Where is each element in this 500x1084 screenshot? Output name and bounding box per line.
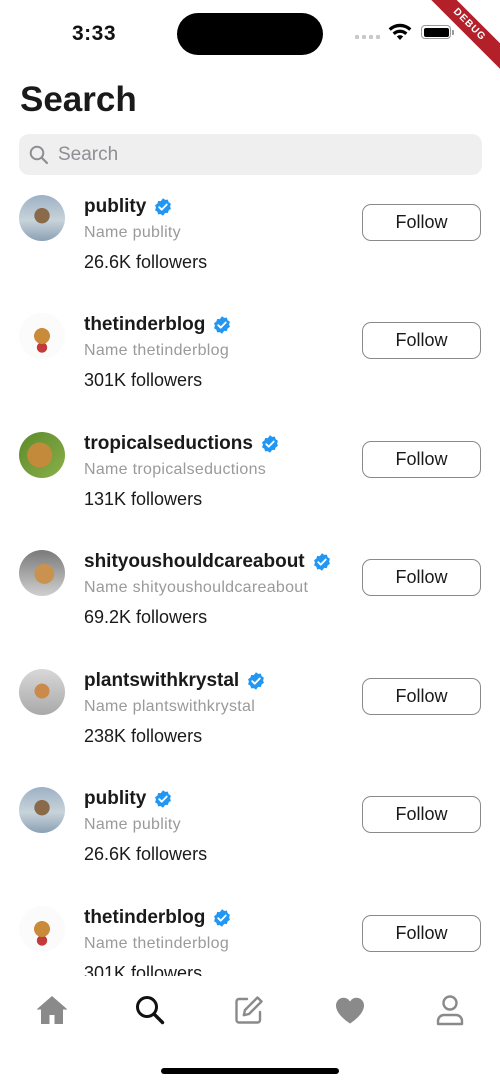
display-name: Name publity — [84, 224, 181, 241]
follower-count: 69.2K followers — [84, 607, 208, 627]
follow-button[interactable]: Follow — [362, 441, 481, 478]
follow-button[interactable]: Follow — [362, 204, 481, 241]
list-item[interactable]: thetinderblog Name thetinderblog 301K fo… — [0, 891, 500, 976]
username-row: thetinderblog — [84, 314, 232, 336]
user-list[interactable]: publity Name publity 26.6K followers Fol… — [0, 180, 500, 976]
tab-home[interactable] — [32, 990, 72, 1030]
verified-badge-icon — [260, 434, 280, 454]
verified-badge-icon — [153, 789, 173, 809]
list-item[interactable]: shityoushouldcareabout Name shityoushoul… — [0, 535, 500, 653]
status-time: 3:33 — [72, 22, 117, 45]
username-row: shityoushouldcareabout — [84, 551, 332, 573]
search-icon — [136, 996, 165, 1025]
wifi-icon — [388, 23, 412, 40]
follow-button[interactable]: Follow — [362, 678, 481, 715]
follower-count: 301K followers — [84, 370, 203, 390]
follower-count: 26.6K followers — [84, 844, 208, 864]
username: tropicalseductions — [84, 433, 253, 454]
username-row: plantswithkrystal — [84, 670, 266, 692]
status-bar: 3:33 DEBUG — [0, 0, 500, 78]
search-icon — [29, 145, 49, 165]
username-row: thetinderblog — [84, 907, 232, 929]
username: plantswithkrystal — [84, 670, 240, 691]
avatar[interactable] — [19, 195, 65, 241]
battery-icon — [421, 25, 454, 39]
username: thetinderblog — [84, 907, 206, 928]
cellular-signal-icon — [355, 35, 380, 39]
list-item[interactable]: plantswithkrystal Name plantswithkrystal… — [0, 654, 500, 772]
edit-icon — [235, 996, 263, 1024]
follower-count: 301K followers — [84, 963, 203, 976]
profile-icon — [436, 995, 464, 1026]
home-icon — [36, 996, 68, 1024]
list-item[interactable]: thetinderblog Name thetinderblog 301K fo… — [0, 298, 500, 416]
verified-badge-icon — [246, 671, 266, 691]
avatar[interactable] — [19, 550, 65, 596]
tab-profile[interactable] — [430, 990, 470, 1030]
verified-badge-icon — [153, 197, 173, 217]
avatar[interactable] — [19, 906, 65, 952]
display-name: Name thetinderblog — [84, 935, 230, 952]
search-input[interactable] — [56, 142, 440, 167]
follow-button[interactable]: Follow — [362, 322, 481, 359]
display-name: Name tropicalseductions — [84, 461, 267, 478]
verified-badge-icon — [212, 315, 232, 335]
dynamic-island — [177, 13, 323, 55]
username-row: tropicalseductions — [84, 433, 280, 455]
page-title: Search — [20, 80, 137, 119]
display-name: Name thetinderblog — [84, 342, 230, 359]
follower-count: 131K followers — [84, 489, 203, 509]
list-item[interactable]: publity Name publity 26.6K followers Fol… — [0, 772, 500, 890]
username-row: publity — [84, 196, 173, 218]
avatar[interactable] — [19, 313, 65, 359]
tab-search[interactable] — [130, 990, 170, 1030]
username: publity — [84, 788, 147, 809]
follow-button[interactable]: Follow — [362, 796, 481, 833]
tab-create[interactable] — [229, 990, 269, 1030]
bottom-tab-bar — [0, 978, 500, 1038]
heart-icon — [335, 997, 365, 1024]
display-name: Name shityoushouldcareabout — [84, 579, 309, 596]
username: shityoushouldcareabout — [84, 551, 305, 572]
verified-badge-icon — [312, 552, 332, 572]
follow-button[interactable]: Follow — [362, 915, 481, 952]
follow-button[interactable]: Follow — [362, 559, 481, 596]
verified-badge-icon — [212, 908, 232, 928]
follower-count: 238K followers — [84, 726, 203, 746]
display-name: Name plantswithkrystal — [84, 698, 256, 715]
username: thetinderblog — [84, 314, 206, 335]
display-name: Name publity — [84, 816, 181, 833]
list-item[interactable]: publity Name publity 26.6K followers Fol… — [0, 180, 500, 298]
follower-count: 26.6K followers — [84, 252, 208, 272]
avatar[interactable] — [19, 787, 65, 833]
search-bar[interactable] — [19, 134, 482, 175]
username-row: publity — [84, 788, 173, 810]
tab-activity[interactable] — [330, 990, 370, 1030]
avatar[interactable] — [19, 432, 65, 478]
list-item[interactable]: tropicalseductions Name tropicalseductio… — [0, 417, 500, 535]
username: publity — [84, 196, 147, 217]
avatar[interactable] — [19, 669, 65, 715]
home-indicator[interactable] — [161, 1068, 339, 1074]
